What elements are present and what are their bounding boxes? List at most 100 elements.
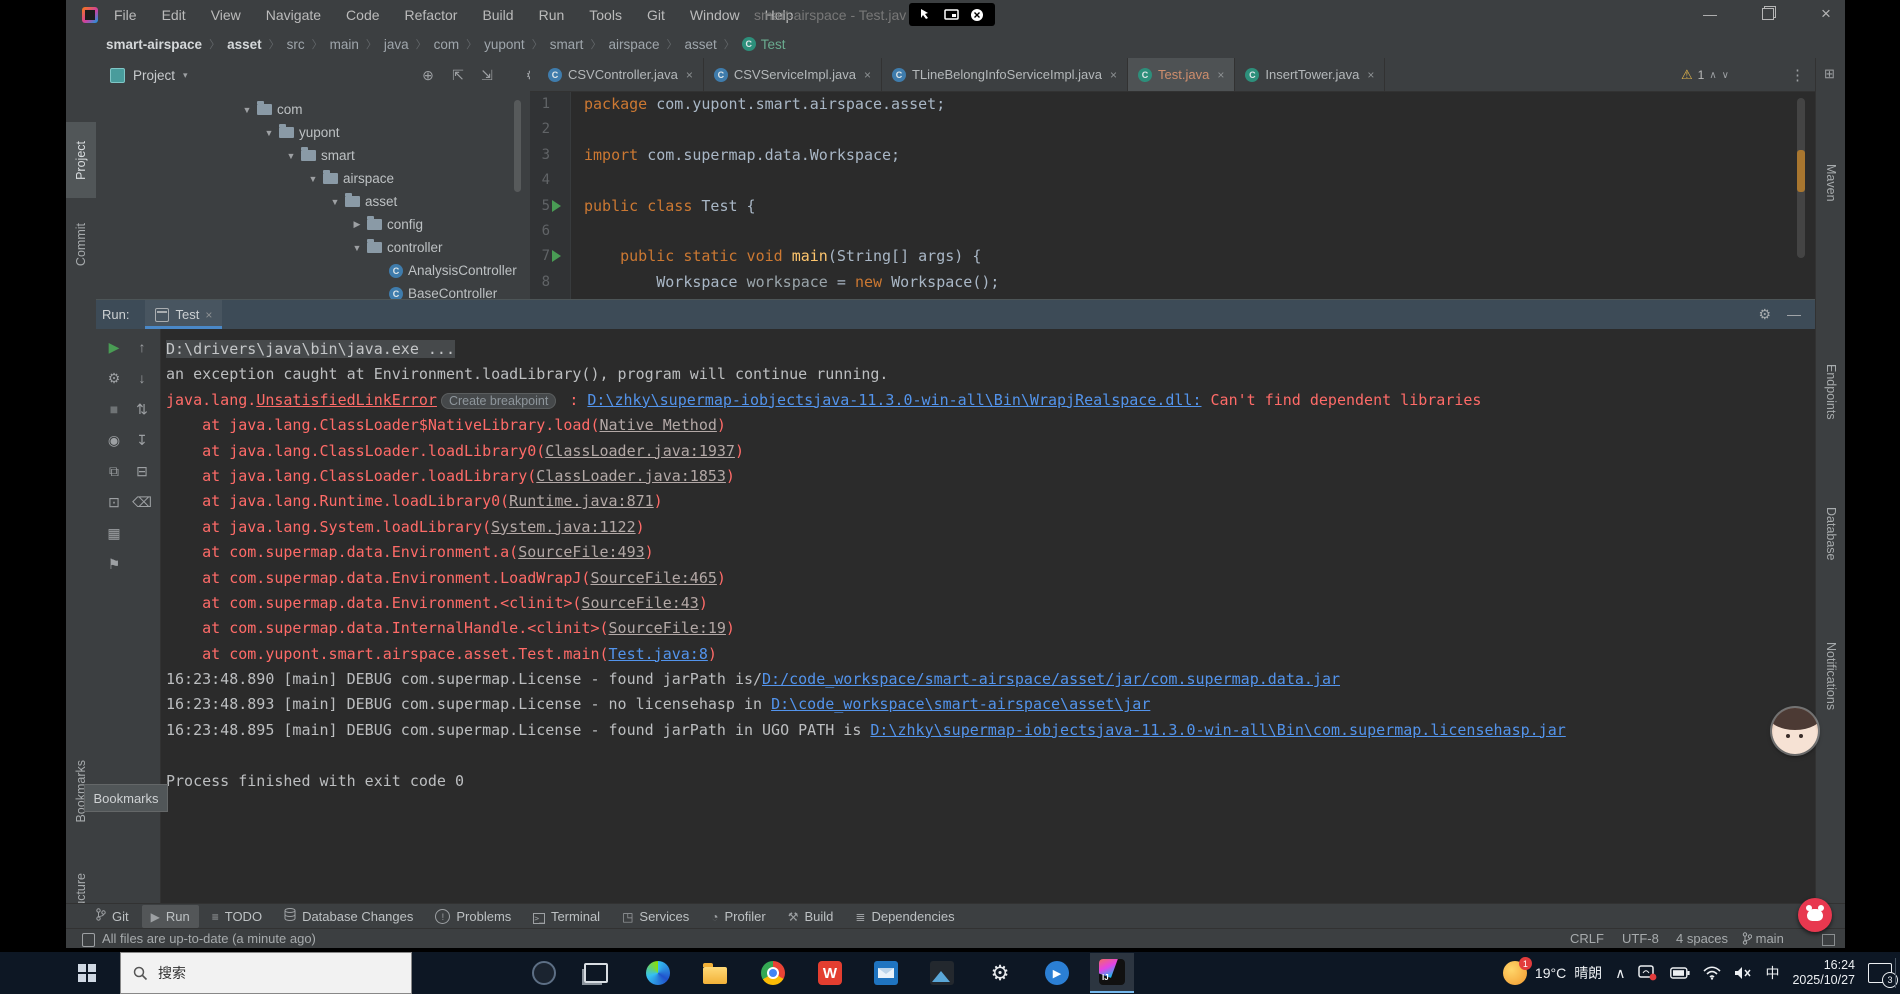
screen-icon[interactable] — [944, 9, 959, 20]
up-stacktrace-icon[interactable]: ↑ — [132, 337, 152, 357]
intellij-icon[interactable]: IJ — [1090, 953, 1134, 993]
toolwindow-problems[interactable]: ! Problems — [426, 905, 520, 928]
toolwindow-terminal[interactable]: >_ Terminal — [524, 905, 609, 928]
tab-InsertTower.java[interactable]: C InsertTower.java × — [1235, 58, 1386, 91]
breadcrumb-item[interactable]: yupont — [484, 37, 525, 52]
ime-indicator[interactable]: 中 — [1765, 963, 1779, 983]
expand-all-icon[interactable]: ⇱ — [448, 66, 468, 84]
tree-chevron[interactable]: ▼ — [264, 128, 274, 138]
console-link[interactable]: SourceFile:43 — [581, 594, 698, 612]
start-button[interactable] — [64, 952, 110, 994]
run-minimize-icon[interactable]: — — [1787, 306, 1801, 323]
console-link[interactable]: D:\code_workspace\smart-airspace\asset\j… — [771, 695, 1150, 713]
close-capture-icon[interactable] — [970, 8, 984, 22]
volume-muted-icon[interactable] — [1734, 966, 1752, 980]
settings-icon[interactable]: ⚙ — [104, 368, 124, 388]
media-player-icon[interactable]: ▶ — [1035, 953, 1079, 993]
console-link[interactable]: Runtime.java:871 — [509, 492, 654, 510]
task-view-icon[interactable] — [574, 953, 618, 993]
show-desktop-button[interactable] — [1895, 958, 1900, 988]
code-area[interactable]: package com.yupont.smart.airspace.asset;… — [584, 92, 1781, 295]
toolwindow-services[interactable]: ◳ Services — [613, 905, 698, 928]
rerun-failed-icon[interactable]: ◉ — [104, 430, 124, 450]
pin-icon[interactable]: ⚑ — [104, 554, 124, 574]
tab-TLineBelongInfoServiceImpl.java[interactable]: C TLineBelongInfoServiceImpl.java × — [882, 58, 1129, 91]
chrome-icon[interactable] — [751, 953, 795, 993]
stripe-notifications[interactable]: Notifications — [1816, 624, 1845, 728]
tree-chevron[interactable]: ▼ — [352, 243, 362, 253]
tray-expand-chevron[interactable]: ∧ — [1615, 965, 1625, 982]
encoding-indicator[interactable]: UTF-8 — [1622, 931, 1659, 946]
menu-view[interactable]: View — [209, 5, 243, 25]
tab-CSVServiceImpl.java[interactable]: C CSVServiceImpl.java × — [704, 58, 882, 91]
tab-options-icon[interactable]: ⋮ — [1790, 66, 1805, 84]
tree-chevron[interactable]: ▼ — [330, 197, 340, 207]
photos-icon[interactable] — [920, 953, 964, 993]
tab-close-icon[interactable]: × — [1217, 68, 1224, 82]
rerun-button[interactable]: ▶ — [104, 337, 124, 357]
inspections-widget[interactable]: ⚠ 1 ∧ ∨ — [1681, 67, 1729, 83]
settings-icon[interactable]: ⚙ — [978, 953, 1022, 993]
console-link[interactable]: SourceFile:19 — [609, 619, 726, 637]
weather-widget[interactable]: 1 19°C 晴朗 — [1502, 957, 1602, 985]
indent-indicator[interactable]: 4 spaces — [1676, 931, 1728, 946]
console-link[interactable]: System.java:1122 — [491, 518, 636, 536]
tree-chevron[interactable]: ▼ — [308, 174, 318, 184]
console-link[interactable]: SourceFile:465 — [590, 569, 716, 587]
tree-row-controller[interactable]: ▼ controller — [352, 236, 443, 259]
tab-Test.java[interactable]: C Test.java × — [1128, 58, 1236, 91]
edge-icon[interactable] — [636, 953, 680, 993]
wps-icon[interactable]: W — [808, 953, 852, 993]
console-output[interactable]: D:\drivers\java\bin\java.exe ... an excep… — [166, 337, 1807, 794]
tab-CSVController.java[interactable]: C CSVController.java × — [538, 58, 704, 91]
breadcrumb-item[interactable]: asset — [227, 37, 262, 52]
line-ending-indicator[interactable]: CRLF — [1570, 931, 1604, 946]
run-settings-icon[interactable]: ⚙ — [1758, 306, 1771, 323]
breadcrumb-item[interactable]: main — [330, 37, 359, 52]
toolwindow-dependencies[interactable]: ≣ Dependencies — [846, 905, 963, 928]
console-link[interactable]: D:\zhky\supermap-iobjectsjava-11.3.0-win… — [587, 391, 1201, 409]
menu-git[interactable]: Git — [645, 5, 667, 25]
prev-problem-icon[interactable]: ∧ — [1709, 70, 1716, 81]
menu-file[interactable]: File — [112, 5, 139, 25]
stripe-endpoints[interactable]: Endpoints — [1816, 350, 1845, 434]
console-link[interactable]: Native Method — [599, 416, 716, 434]
menu-window[interactable]: Window — [688, 5, 742, 25]
project-scrollbar[interactable] — [514, 100, 521, 192]
console-link[interactable]: D:/code_workspace/smart-airspace/asset/j… — [762, 670, 1340, 688]
stripe-maven[interactable]: Maven — [1816, 154, 1845, 212]
mail-icon[interactable] — [864, 953, 908, 993]
dump-threads-icon[interactable]: ⧉ — [104, 461, 124, 481]
menu-navigate[interactable]: Navigate — [264, 5, 323, 25]
close-button[interactable]: × — [1807, 0, 1845, 28]
run-line-icon[interactable] — [552, 250, 561, 263]
wifi-icon[interactable] — [1703, 966, 1722, 980]
breadcrumb-item[interactable]: com — [434, 37, 460, 52]
tab-close-icon[interactable]: × — [864, 68, 871, 82]
tab-close-icon[interactable]: × — [1110, 68, 1117, 82]
stripe-database[interactable]: Database — [1816, 494, 1845, 574]
collapse-all-icon[interactable]: ⇲ — [477, 66, 497, 84]
restore-layout-icon[interactable]: ▦ — [104, 523, 124, 543]
clear-icon[interactable]: ⌫ — [132, 492, 152, 512]
next-problem-icon[interactable]: ∨ — [1722, 70, 1729, 81]
menu-edit[interactable]: Edit — [160, 5, 188, 25]
stripe-commit[interactable]: Commit — [66, 210, 96, 280]
snapshot-icon[interactable]: ⊡ — [104, 492, 124, 512]
breadcrumb-item[interactable]: src — [287, 37, 305, 52]
git-branch-indicator[interactable]: main — [1742, 931, 1784, 946]
locate-file-icon[interactable]: ⊕ — [418, 66, 438, 84]
breadcrumb-current[interactable]: C Test — [741, 37, 786, 52]
notification-center-icon[interactable]: 3 — [1868, 963, 1898, 988]
run-line-icon[interactable] — [552, 199, 561, 212]
tree-chevron[interactable]: ▼ — [286, 151, 296, 161]
console-link[interactable]: SourceFile:493 — [518, 543, 644, 561]
toolwindow-git[interactable]: Git — [86, 905, 138, 928]
toolwindow-database-changes[interactable]: Database Changes — [275, 905, 422, 928]
console-link[interactable]: ClassLoader.java:1937 — [545, 442, 735, 460]
console-link[interactable]: ClassLoader.java:1853 — [536, 467, 726, 485]
stop-button[interactable]: ■ — [104, 399, 124, 419]
breadcrumb-item[interactable]: java — [384, 37, 409, 52]
assistant-avatar[interactable] — [1772, 708, 1818, 754]
tree-row-asset[interactable]: ▼ asset — [330, 190, 397, 213]
